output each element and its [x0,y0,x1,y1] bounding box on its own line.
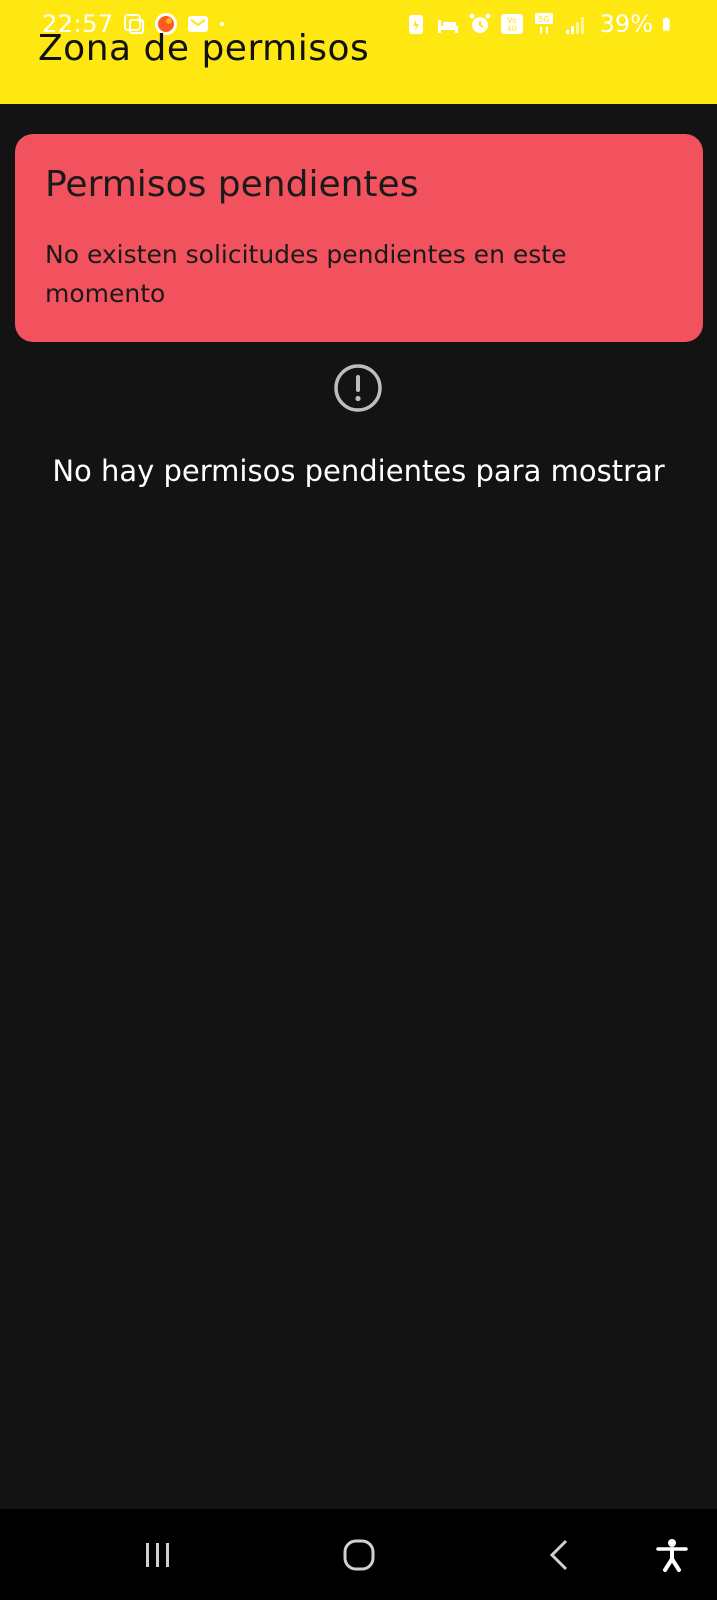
home-button[interactable] [333,1529,385,1581]
back-button[interactable] [534,1529,586,1581]
empty-state-message: No hay permisos pendientes para mostrar [52,454,665,488]
recents-icon [146,1543,169,1567]
back-icon [549,1539,568,1571]
status-right: Vo 4G 5G 39% [404,10,677,38]
pending-permissions-card: Permisos pendientes No existen solicitud… [15,134,703,342]
screen: 22:57 Vo 4G 5G 39% Zona de permisos Perm… [0,0,717,1600]
volte-icon: Vo 4G [500,14,523,34]
alarm-icon [469,13,491,33]
svg-text:4G: 4G [507,25,517,33]
alert-circle-icon [334,364,382,412]
home-icon [343,1539,375,1571]
5g-icon: 5G [534,13,553,34]
signal-icon [565,17,584,34]
battery-percentage: 39% [599,10,653,38]
svg-text:Vo: Vo [507,16,517,25]
recents-button[interactable] [132,1529,184,1581]
navigation-bar [0,1509,717,1600]
sleep-icon [437,20,458,33]
battery-saver-icon [408,15,423,34]
battery-icon [663,17,670,31]
card-title: Permisos pendientes [45,164,419,205]
accessibility-icon [656,1539,688,1572]
svg-text:5G: 5G [538,15,549,24]
card-message: No existen solicitudes pendientes en est… [45,240,567,308]
app-bar: 22:57 Vo 4G 5G 39% Zona de permisos [0,0,717,104]
page-title: Zona de permisos [38,28,370,69]
accessibility-button[interactable] [646,1529,698,1581]
